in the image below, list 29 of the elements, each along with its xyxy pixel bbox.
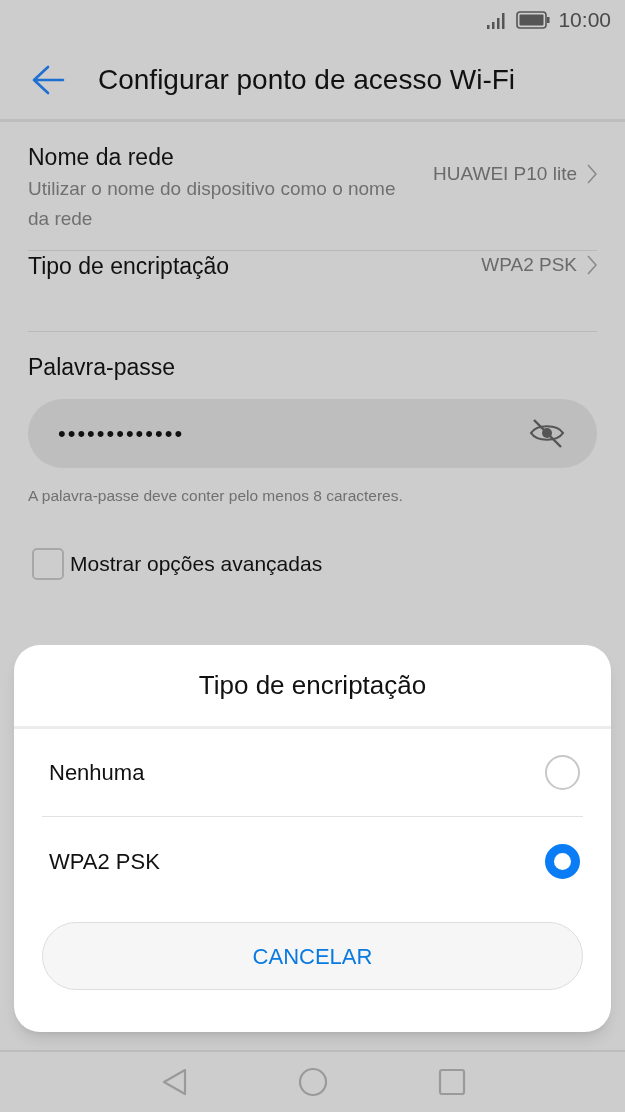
radio-option[interactable]: Nenhuma xyxy=(42,729,583,817)
home-nav-icon[interactable] xyxy=(297,1067,328,1097)
setting-value: WPA2 PSK xyxy=(481,253,577,277)
password-field[interactable]: ••••••••••••• xyxy=(28,398,597,468)
radio-option[interactable]: WPA2 PSK xyxy=(42,817,583,905)
password-value: ••••••••••••• xyxy=(58,419,185,448)
dialog-title: Tipo de encriptação xyxy=(198,669,427,702)
setting-row[interactable]: Tipo de encriptação WPA2 PSK xyxy=(28,251,597,332)
battery-icon xyxy=(516,11,551,29)
setting-value: HUAWEI P10 lite xyxy=(433,162,577,186)
eye-slash-icon[interactable] xyxy=(529,418,565,448)
recents-nav-icon[interactable] xyxy=(437,1068,466,1096)
option-label: WPA2 PSK xyxy=(49,847,160,876)
radio-button[interactable] xyxy=(545,755,580,790)
setting-label: Nome da rede xyxy=(28,143,175,172)
password-label: Palavra-passe xyxy=(28,354,176,380)
password-hint: A palavra-passe deve conter pelo menos 8 caracteres. xyxy=(28,486,403,504)
checkbox[interactable] xyxy=(32,547,64,580)
option-label: Nenhuma xyxy=(49,759,145,787)
chevron-right-icon xyxy=(587,255,597,276)
setting-row[interactable]: Nome da rede Utilizar o nome do dispositivo como o nome da rede HUAWEI P10 lite xyxy=(28,122,597,251)
setting-label: Tipo de encriptação xyxy=(28,252,230,281)
checkbox-label: Mostrar opções avançadas xyxy=(70,550,323,577)
radio-button[interactable] xyxy=(545,843,580,879)
chevron-right-icon xyxy=(587,164,597,185)
cancel-button[interactable]: CANCELAR xyxy=(42,922,583,990)
setting-description: Utilizar o nome do dispositivo como o nome da rede xyxy=(28,177,397,231)
page-title: Configurar ponto de acesso Wi-Fi xyxy=(98,62,516,97)
clock-time: 10:00 xyxy=(558,7,611,34)
